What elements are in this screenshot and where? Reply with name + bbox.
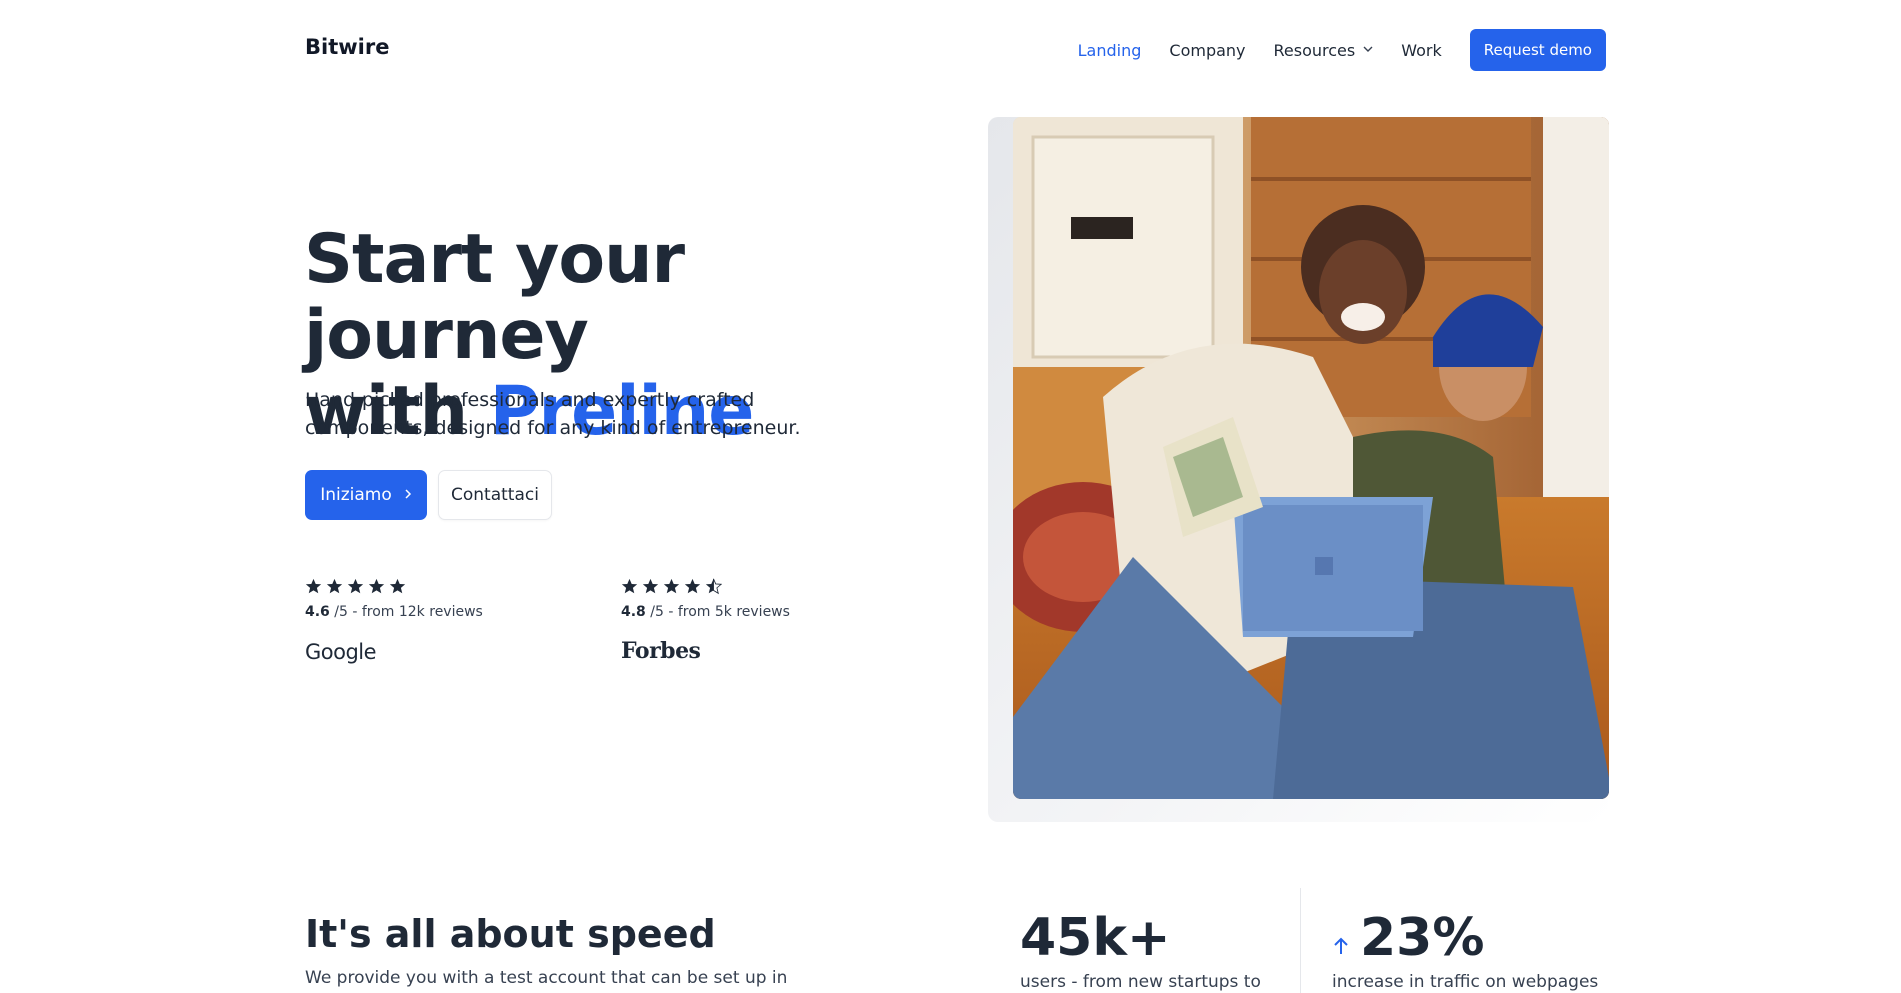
- stats-divider: [1300, 888, 1301, 993]
- star-icon: [642, 578, 659, 594]
- star-half-icon: [705, 578, 722, 595]
- star-icon: [621, 578, 638, 594]
- stat-value: 45k+: [1020, 908, 1171, 968]
- stat-value: 23%: [1360, 908, 1485, 968]
- google-logo: Google: [305, 640, 377, 664]
- forbes-logo: Forbes: [621, 638, 701, 664]
- brand-logo[interactable]: Bitwire: [305, 35, 389, 59]
- speed-section-text: We provide you with a test account that …: [305, 968, 788, 993]
- star-icon: [389, 578, 406, 594]
- site-header: Bitwire Landing Company Resources Work R…: [0, 0, 1901, 100]
- speed-section-title: It's all about speed: [305, 912, 716, 956]
- star-icon: [663, 578, 680, 594]
- nav-item-resources[interactable]: Resources: [1274, 41, 1374, 60]
- review-rating: 4.8: [621, 604, 646, 620]
- main-nav: Landing Company Resources Work Request d…: [1078, 29, 1606, 71]
- star-icon: [684, 578, 701, 594]
- review-text: 4.8 /5 - from 5k reviews: [621, 604, 790, 620]
- star-rating: [305, 578, 483, 596]
- chevron-right-icon: [404, 485, 412, 505]
- star-rating: [621, 578, 790, 596]
- star-icon: [347, 578, 364, 594]
- review-suffix: /5 - from 5k reviews: [645, 604, 790, 620]
- request-demo-button[interactable]: Request demo: [1469, 29, 1606, 71]
- review-suffix: /5 - from 12k reviews: [329, 604, 483, 620]
- get-started-label: Iniziamo: [320, 485, 392, 505]
- stat-traffic: 23% increase in traffic on webpages: [1332, 908, 1598, 992]
- nav-item-resources-label: Resources: [1273, 40, 1356, 60]
- hero-image: [1013, 117, 1609, 799]
- chevron-down-icon: [1363, 43, 1373, 57]
- review-text: 4.6 /5 - from 12k reviews: [305, 604, 483, 620]
- hero-photo-illustration: [1013, 117, 1609, 799]
- nav-item-landing[interactable]: Landing: [1078, 41, 1142, 60]
- stat-value-row: 23%: [1332, 908, 1598, 968]
- review-google: 4.6 /5 - from 12k reviews Google: [305, 578, 483, 664]
- stat-label: increase in traffic on webpages: [1332, 972, 1599, 992]
- star-icon: [305, 578, 322, 594]
- stat-users: 45k+ users - from new startups to: [1020, 908, 1261, 992]
- star-icon: [368, 578, 385, 594]
- contact-button[interactable]: Contattaci: [438, 470, 552, 520]
- hero-subtitle: Hand-picked professionals and expertly c…: [305, 389, 801, 439]
- get-started-button[interactable]: Iniziamo: [305, 470, 427, 520]
- stat-label: users - from new startups to: [1020, 972, 1261, 992]
- nav-item-work[interactable]: Work: [1401, 41, 1442, 60]
- hero-title-line1: Start your journey: [304, 220, 685, 375]
- nav-item-company[interactable]: Company: [1169, 41, 1245, 60]
- review-forbes: 4.8 /5 - from 5k reviews Forbes: [621, 578, 790, 664]
- review-rating: 4.6: [305, 604, 330, 620]
- arrow-up-icon: [1332, 936, 1350, 962]
- star-icon: [326, 578, 343, 594]
